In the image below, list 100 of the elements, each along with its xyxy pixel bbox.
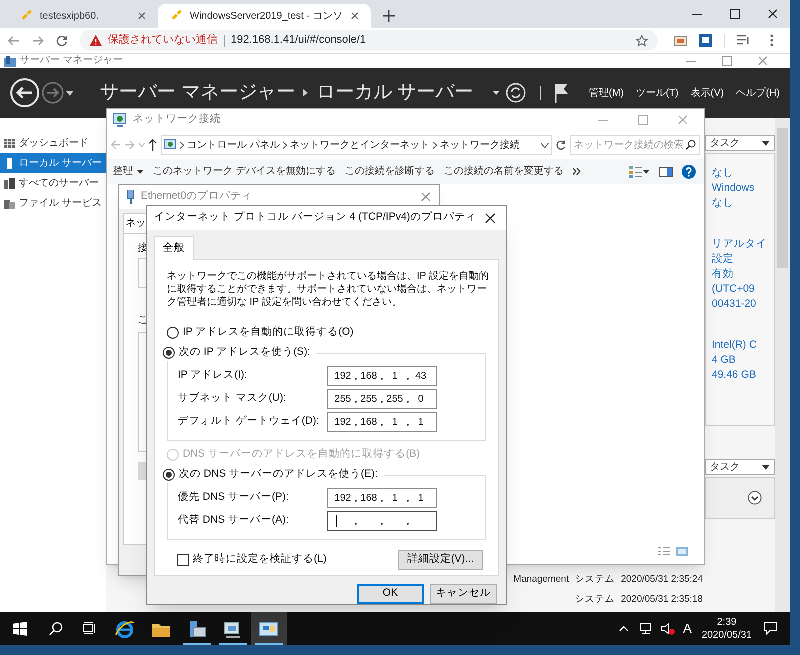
expand-icon[interactable] — [748, 491, 762, 505]
property-value[interactable]: (UTC+09 — [712, 282, 774, 297]
menu-item[interactable]: 表示(V) — [690, 86, 724, 100]
toolbar-button[interactable]: この接続の名前を変更する — [444, 164, 564, 179]
menu-item[interactable]: 管理(M) — [588, 86, 624, 100]
app-icon — [4, 56, 16, 66]
toolbar-button[interactable]: 整理 — [113, 164, 144, 179]
property-value[interactable]: なし — [712, 196, 774, 211]
more-icon[interactable] — [572, 168, 581, 175]
notification-icon[interactable] — [764, 622, 778, 635]
address-bar[interactable]: 保護されていない通信 192.168.1.41/ui/#/console/1 — [80, 30, 658, 51]
forward-icon[interactable] — [32, 34, 44, 46]
close-icon[interactable] — [485, 212, 496, 224]
toolbar-button[interactable]: このネットワーク デバイスを無効にする — [153, 164, 336, 179]
window-title: Ethernet0のプロパティ — [141, 189, 253, 204]
property-value[interactable]: 00431-20 — [712, 297, 774, 312]
extension-icon[interactable] — [699, 34, 712, 47]
toolbar-button[interactable]: この接続を診断する — [344, 164, 435, 179]
radio-button[interactable] — [167, 327, 179, 339]
up-icon[interactable] — [149, 139, 157, 151]
dialog-button[interactable]: OK — [357, 584, 424, 604]
browser-tab[interactable]: testesxipb60. — [8, 4, 158, 28]
list-label: こ — [138, 314, 148, 328]
caret-icon[interactable] — [643, 170, 650, 174]
menu-icon[interactable] — [770, 34, 774, 47]
clock[interactable]: 2:39 2020/05/31 — [702, 616, 752, 642]
sidebar-icon — [4, 178, 15, 188]
path-segment[interactable]: コントロール パネル — [187, 138, 280, 152]
checkbox[interactable] — [177, 554, 189, 566]
sidebar-item[interactable]: ダッシュボード — [0, 133, 106, 153]
caret-icon[interactable] — [492, 91, 500, 95]
radio-button[interactable] — [163, 469, 175, 481]
radio-label[interactable]: 次の IP アドレスを使う(S): — [179, 345, 310, 361]
start-icon[interactable] — [13, 622, 27, 636]
breadcrumb-item[interactable]: サーバー マネージャー — [100, 78, 296, 108]
tab[interactable]: 全般 — [154, 236, 194, 260]
radio-button[interactable] — [163, 347, 175, 359]
close-icon[interactable] — [350, 12, 359, 20]
scrollbar-thumb[interactable] — [777, 128, 788, 268]
field-label: サブネット マスク(U): — [178, 391, 288, 406]
breadcrumb-item[interactable]: ローカル サーバー — [316, 78, 474, 108]
event-category: システム — [575, 592, 616, 607]
browser-tab[interactable]: WindowsServer2019_test - コンソ — [158, 4, 371, 28]
ip-address-field[interactable]: 255 255 255 0 — [327, 389, 437, 409]
property-value[interactable]: Intel(R) C — [712, 338, 774, 353]
caret-icon[interactable] — [541, 142, 549, 148]
details-view-icon[interactable] — [658, 547, 670, 556]
path-bar[interactable]: コントロール パネル ネットワークとインターネット ネットワーク接続 — [161, 135, 552, 155]
menu-item[interactable]: ヘルプ(H) — [736, 86, 780, 100]
media-icon[interactable] — [737, 35, 750, 46]
property-value[interactable]: 4 GB — [712, 353, 774, 368]
scrollbar[interactable] — [775, 118, 790, 612]
page-icon — [170, 10, 182, 22]
property-value[interactable]: リアルタイ — [712, 237, 774, 252]
star-icon[interactable] — [636, 34, 648, 46]
volume-muted-icon[interactable] — [661, 622, 676, 634]
radio-label[interactable]: 次の DNS サーバーのアドレスを使う(E): — [179, 467, 378, 483]
path-segment[interactable]: ネットワークとインターネット — [290, 138, 430, 152]
search-icon[interactable] — [49, 622, 63, 636]
caret-icon[interactable] — [66, 90, 74, 96]
preview-pane-icon[interactable] — [659, 166, 673, 176]
dialog-button[interactable]: キャンセル — [430, 584, 497, 604]
path-segment[interactable]: ネットワーク接続 — [440, 138, 520, 152]
property-value[interactable]: なし — [712, 166, 774, 181]
taskbar-button[interactable] — [251, 612, 287, 645]
ip-address-field[interactable] — [327, 511, 437, 531]
sidebar-item[interactable]: すべてのサーバー — [0, 173, 106, 193]
flag-icon[interactable] — [554, 83, 569, 103]
network-icon[interactable] — [639, 622, 654, 634]
help-icon[interactable] — [682, 164, 696, 178]
ethernet-icon — [127, 190, 135, 204]
tasks-button[interactable]: タスク — [705, 135, 775, 151]
chevron-up-icon[interactable] — [619, 626, 630, 632]
ip-address-field[interactable]: 192 168 1 1 — [327, 488, 437, 508]
app-title: サーバー マネージャー — [20, 56, 123, 66]
property-value[interactable]: 設定 — [712, 252, 774, 267]
new-tab-icon[interactable] — [382, 10, 395, 22]
property-value[interactable]: 49.46 GB — [712, 368, 774, 383]
ip-address-field[interactable]: 192 168 1 1 — [327, 412, 437, 432]
ime-indicator[interactable]: A — [683, 618, 692, 638]
warning-icon — [90, 35, 102, 46]
radio-label[interactable]: IP アドレスを自動的に取得する(O) — [183, 325, 354, 341]
extension-icon[interactable] — [674, 34, 687, 46]
reload-icon[interactable] — [56, 34, 68, 46]
advanced-button[interactable]: 詳細設定(V)... — [398, 550, 483, 570]
tasks-button[interactable]: タスク — [705, 459, 775, 475]
ip-address-field[interactable]: 192 168 1 43 — [327, 366, 437, 386]
close-icon[interactable] — [768, 9, 778, 19]
task-view-icon[interactable] — [83, 622, 97, 635]
maximize-icon[interactable] — [730, 9, 740, 19]
security-warning: 保護されていない通信 — [108, 32, 218, 48]
refresh-icon[interactable] — [556, 140, 566, 150]
checkbox-label[interactable]: 終了時に設定を検証する(L) — [193, 552, 327, 568]
menu-item[interactable]: ツール(T) — [636, 86, 679, 100]
sidebar-icon — [4, 158, 15, 168]
property-value[interactable]: 有効 — [712, 267, 774, 282]
property-value[interactable]: Windows — [712, 181, 774, 196]
sidebar-item[interactable]: ローカル サーバー — [0, 153, 106, 173]
search-field[interactable]: ネットワーク接続の検索 — [570, 135, 700, 155]
sidebar-item[interactable]: ファイル サービス — [0, 193, 106, 213]
